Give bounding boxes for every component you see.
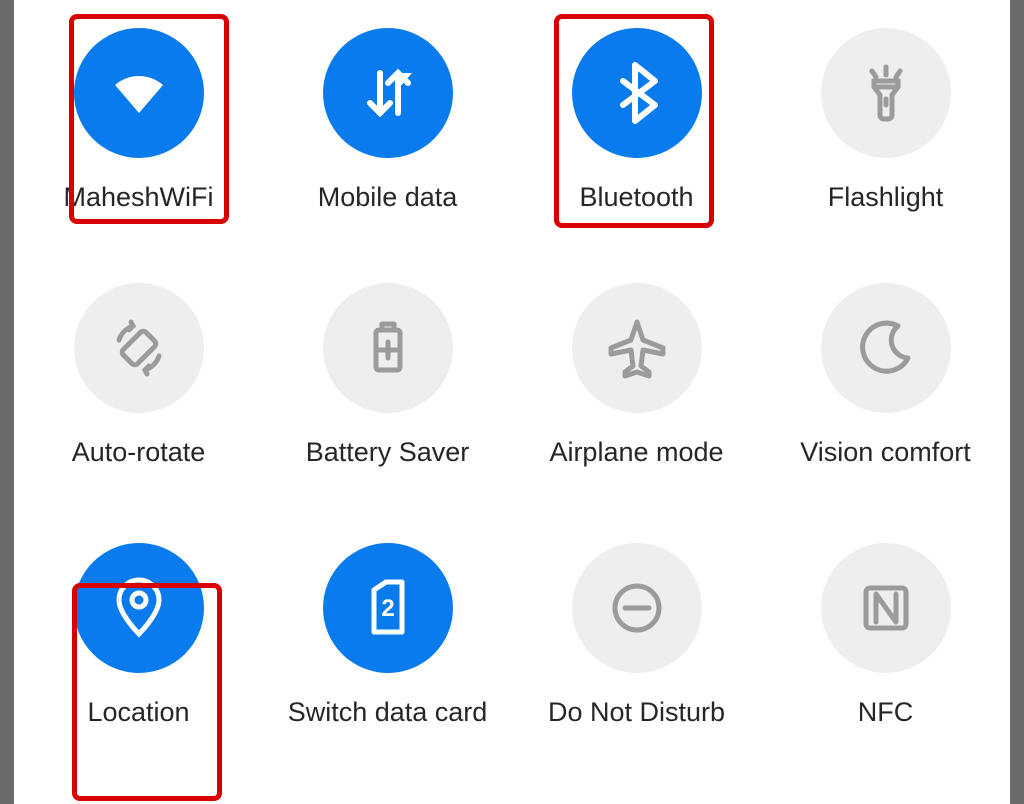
mobile-data-icon: [356, 61, 420, 125]
tile-mobile-data-toggle[interactable]: [323, 28, 453, 158]
bluetooth-icon: [605, 61, 669, 125]
flashlight-icon: [854, 61, 918, 125]
tile-flashlight[interactable]: Flashlight: [761, 0, 1010, 255]
battery-saver-icon: [356, 316, 420, 380]
location-pin-icon: [107, 576, 171, 640]
tile-vision-comfort-toggle[interactable]: [821, 283, 951, 413]
tile-location[interactable]: Location: [14, 515, 263, 804]
tile-battery-saver-label: Battery Saver: [306, 437, 470, 468]
tile-bluetooth-label: Bluetooth: [579, 182, 693, 213]
tile-airplane-label: Airplane mode: [549, 437, 723, 468]
quick-settings-grid: MaheshWiFi Mobile data: [14, 0, 1010, 804]
tile-mobile-data[interactable]: Mobile data: [263, 0, 512, 255]
tile-wifi-toggle[interactable]: [74, 28, 204, 158]
tile-dnd-label: Do Not Disturb: [548, 697, 725, 728]
tile-sim-switch[interactable]: 2 Switch data card: [263, 515, 512, 804]
quick-settings-panel: MaheshWiFi Mobile data: [14, 0, 1010, 804]
moon-icon: [854, 316, 918, 380]
tile-sim-switch-label: Switch data card: [288, 697, 488, 728]
tile-nfc-label: NFC: [858, 697, 914, 728]
airplane-icon: [605, 316, 669, 380]
tile-sim-switch-toggle[interactable]: 2: [323, 543, 453, 673]
wifi-icon: [107, 61, 171, 125]
tile-auto-rotate-label: Auto-rotate: [72, 437, 206, 468]
tile-flashlight-toggle[interactable]: [821, 28, 951, 158]
auto-rotate-icon: [107, 316, 171, 380]
tile-mobile-data-label: Mobile data: [318, 182, 458, 213]
tile-vision-comfort-label: Vision comfort: [800, 437, 971, 468]
tile-nfc-toggle[interactable]: [821, 543, 951, 673]
tile-nfc[interactable]: NFC: [761, 515, 1010, 804]
tile-wifi[interactable]: MaheshWiFi: [14, 0, 263, 255]
tile-location-label: Location: [87, 697, 189, 728]
tile-bluetooth-toggle[interactable]: [572, 28, 702, 158]
nfc-icon: [854, 576, 918, 640]
tile-auto-rotate-toggle[interactable]: [74, 283, 204, 413]
tile-flashlight-label: Flashlight: [828, 182, 944, 213]
tile-bluetooth[interactable]: Bluetooth: [512, 0, 761, 255]
tile-wifi-label: MaheshWiFi: [63, 182, 213, 213]
sim-card-icon: 2: [356, 576, 420, 640]
tile-dnd-toggle[interactable]: [572, 543, 702, 673]
tile-vision-comfort[interactable]: Vision comfort: [761, 255, 1010, 515]
tile-battery-saver[interactable]: Battery Saver: [263, 255, 512, 515]
dnd-icon: [605, 576, 669, 640]
tile-airplane-toggle[interactable]: [572, 283, 702, 413]
tile-airplane[interactable]: Airplane mode: [512, 255, 761, 515]
tile-battery-saver-toggle[interactable]: [323, 283, 453, 413]
tile-location-toggle[interactable]: [74, 543, 204, 673]
tile-dnd[interactable]: Do Not Disturb: [512, 515, 761, 804]
svg-text:2: 2: [381, 595, 394, 622]
tile-auto-rotate[interactable]: Auto-rotate: [14, 255, 263, 515]
